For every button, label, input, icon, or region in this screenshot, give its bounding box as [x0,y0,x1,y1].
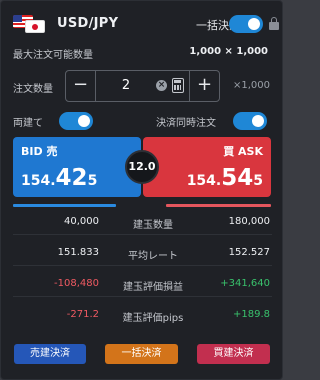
buy-pips: +189.8 [232,309,270,320]
bulk-settle-button[interactable]: 一括決済 [105,344,178,364]
max-qty-label: 最大注文可能数量 [13,50,93,61]
buy-settle-button[interactable]: 買建決済 [197,344,270,364]
ryodate-label: 両建て [13,118,43,129]
buy-pnl: +341,640 [220,278,270,289]
bid-bar [13,204,116,207]
currency-pair[interactable]: USD/JPY [57,16,118,31]
bid-label: BID 売 [21,145,58,158]
ask-price-pips: 54 [221,165,254,191]
simul-settle-label: 決済同時注文 [156,118,216,129]
ask-label: 買 ASK [223,145,263,158]
qty-input[interactable]: 2 [106,78,146,93]
ask-price: 154.545 [187,165,263,191]
row-label: 建玉数量 [133,220,173,231]
row-label: 平均レート [128,251,178,262]
qty-increment-button[interactable]: + [189,71,219,101]
qty-label: 注文数量 [13,84,53,95]
clear-icon[interactable]: × [156,80,167,91]
ask-buy-button[interactable]: 買 ASK 154.545 [143,137,271,197]
ask-bar [166,204,271,207]
bid-price-prefix: 154. [21,173,56,189]
table-row: 151.833 平均レート 152.527 [13,240,272,266]
sell-avg-rate: 151.833 [57,247,99,258]
currency-flags [13,15,49,33]
simul-settle-toggle[interactable] [233,112,267,130]
sell-pnl: -108,480 [54,278,99,289]
row-label: 建玉評価pips [122,313,184,324]
trade-panel: USD/JPY 一括決済 最大注文可能数量 1,000 × 1,000 注文数量… [0,0,283,380]
table-row: 40,000 建玉数量 180,000 [13,209,272,235]
quantity-stepper: − 2 × + [65,70,220,102]
row-label: 建玉評価損益 [123,282,183,293]
calculator-icon[interactable] [172,78,184,93]
lock-icon[interactable] [269,17,279,30]
table-row: -108,480 建玉評価損益 +341,640 [13,271,272,297]
bid-price-suffix: 5 [87,173,98,189]
buy-position-qty: 180,000 [228,216,270,227]
buy-avg-rate: 152.527 [228,247,270,258]
ask-price-prefix: 154. [186,173,222,189]
ryodate-toggle[interactable] [59,112,93,130]
sell-position-qty: 40,000 [64,216,99,227]
panel-header: USD/JPY 一括決済 [13,13,279,35]
qty-decrement-button[interactable]: − [66,71,96,101]
bid-price-pips: 42 [55,165,88,191]
qty-multiplier: ×1,000 [232,80,270,91]
table-row: -271.2 建玉評価pips +189.8 [13,302,272,328]
jp-flag-icon [25,20,45,33]
max-qty-value: 1,000 × 1,000 [189,46,268,57]
sell-settle-button[interactable]: 売建決済 [14,344,86,364]
sell-pips: -271.2 [66,309,99,320]
ask-price-suffix: 5 [253,173,263,189]
spread-badge: 12.0 [125,150,159,184]
bulk-settle-toggle[interactable] [229,15,263,33]
bid-price: 154.425 [21,165,97,191]
bid-sell-button[interactable]: BID 売 154.425 [13,137,141,197]
